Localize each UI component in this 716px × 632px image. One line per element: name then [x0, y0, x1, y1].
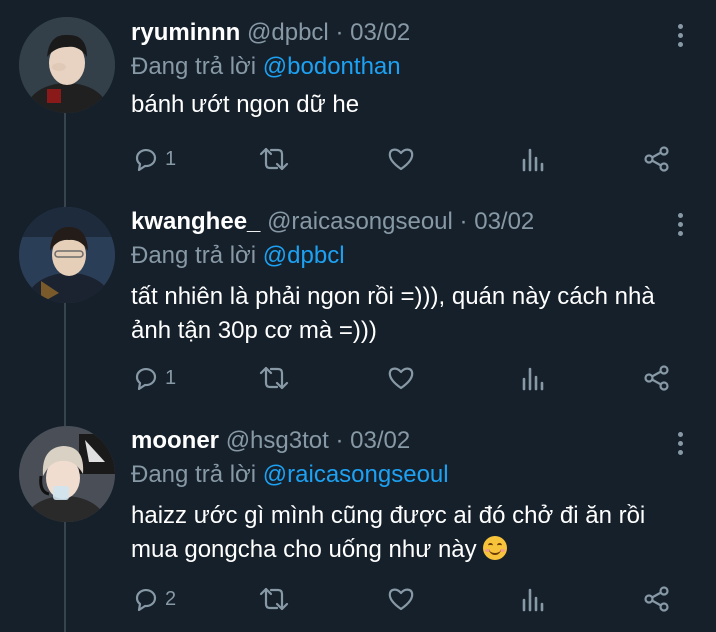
separator-dot: · — [335, 427, 344, 454]
analytics-icon — [522, 367, 544, 391]
analytics-button[interactable] — [519, 144, 547, 174]
replying-label: Đang trả lời — [131, 461, 257, 488]
retweet-button[interactable] — [257, 584, 291, 614]
share-icon — [644, 586, 669, 612]
reply-tweet-3[interactable]: mooner @hsg3tot · 03/02 Đang trả lời @ra… — [0, 418, 716, 624]
user-handle[interactable]: @raicasongseoul — [267, 208, 453, 235]
reply-button[interactable]: 2 — [131, 584, 176, 614]
replying-label: Đang trả lời — [131, 53, 257, 80]
like-icon — [388, 367, 414, 390]
user-handle[interactable]: @dpbcl — [247, 19, 329, 46]
analytics-icon — [522, 148, 544, 172]
tweet-header: mooner @hsg3tot · 03/02 — [131, 426, 410, 456]
reply-count: 2 — [165, 587, 177, 610]
reply-mention-link[interactable]: @raicasongseoul — [263, 461, 449, 488]
reply-tweet-1[interactable]: ryuminnn @dpbcl · 03/02 Đang trả lời @bo… — [0, 0, 716, 200]
tweet-actions: 1 — [131, 363, 691, 393]
display-name[interactable]: mooner — [131, 427, 219, 454]
reply-icon — [135, 148, 157, 172]
avatar[interactable] — [19, 426, 115, 522]
like-button[interactable] — [386, 584, 416, 614]
reply-button[interactable]: 1 — [131, 363, 176, 393]
tweet-actions: 2 — [131, 584, 691, 614]
reply-tweet-2[interactable]: kwanghee_ @raicasongseoul · 03/02 Đang t… — [0, 200, 716, 418]
like-icon — [388, 148, 414, 171]
tweet-actions: 1 — [131, 144, 691, 174]
like-button[interactable] — [386, 144, 416, 174]
more-icon[interactable] — [672, 211, 688, 239]
tweet-date[interactable]: 03/02 — [350, 427, 410, 454]
retweet-icon — [259, 587, 289, 611]
share-button[interactable] — [642, 144, 672, 174]
display-name[interactable]: kwanghee_ — [131, 208, 260, 235]
like-button[interactable] — [386, 363, 416, 393]
analytics-icon — [522, 588, 544, 612]
tweet-content: haizz ước gì mình cũng được ai đó chở đi… — [131, 499, 691, 567]
retweet-button[interactable] — [257, 144, 291, 174]
more-icon[interactable] — [672, 430, 688, 458]
tweet-date[interactable]: 03/02 — [350, 19, 410, 46]
share-button[interactable] — [642, 363, 672, 393]
separator-dot: · — [335, 19, 344, 46]
tweet-header: ryuminnn @dpbcl · 03/02 — [131, 18, 410, 48]
retweet-icon — [259, 147, 289, 171]
like-icon — [388, 588, 414, 611]
reply-count: 1 — [165, 366, 177, 389]
reply-button[interactable]: 1 — [131, 144, 176, 174]
replying-to: Đang trả lời @bodonthan — [131, 52, 401, 82]
retweet-icon — [259, 366, 289, 390]
replying-label: Đang trả lời — [131, 242, 257, 269]
reply-count: 1 — [165, 147, 177, 170]
display-name[interactable]: ryuminnn — [131, 19, 240, 46]
tweet-text: bánh ướt ngon dữ he — [131, 91, 360, 118]
reply-icon — [135, 367, 157, 391]
reply-icon — [135, 588, 157, 612]
replying-to: Đang trả lời @raicasongseoul — [131, 460, 449, 490]
tweet-text: haizz ước gì mình cũng được ai đó chở đi… — [131, 502, 646, 563]
analytics-button[interactable] — [519, 363, 547, 393]
share-button[interactable] — [642, 584, 672, 614]
analytics-button[interactable] — [519, 584, 547, 614]
avatar[interactable] — [19, 207, 115, 303]
share-icon — [644, 146, 669, 172]
smiling-face-emoji-icon — [483, 536, 508, 560]
retweet-button[interactable] — [257, 363, 291, 393]
avatar[interactable] — [19, 17, 115, 113]
share-icon — [644, 365, 669, 391]
more-icon[interactable] — [672, 22, 688, 50]
reply-mention-link[interactable]: @bodonthan — [263, 53, 401, 80]
replying-to: Đang trả lời @dpbcl — [131, 241, 345, 271]
tweet-date[interactable]: 03/02 — [474, 208, 534, 235]
tweet-header: kwanghee_ @raicasongseoul · 03/02 — [131, 207, 534, 237]
separator-dot: · — [459, 208, 468, 235]
tweet-text: tất nhiên là phải ngon rồi =))), quán nà… — [131, 283, 655, 344]
reply-mention-link[interactable]: @dpbcl — [263, 242, 345, 269]
user-handle[interactable]: @hsg3tot — [226, 427, 329, 454]
